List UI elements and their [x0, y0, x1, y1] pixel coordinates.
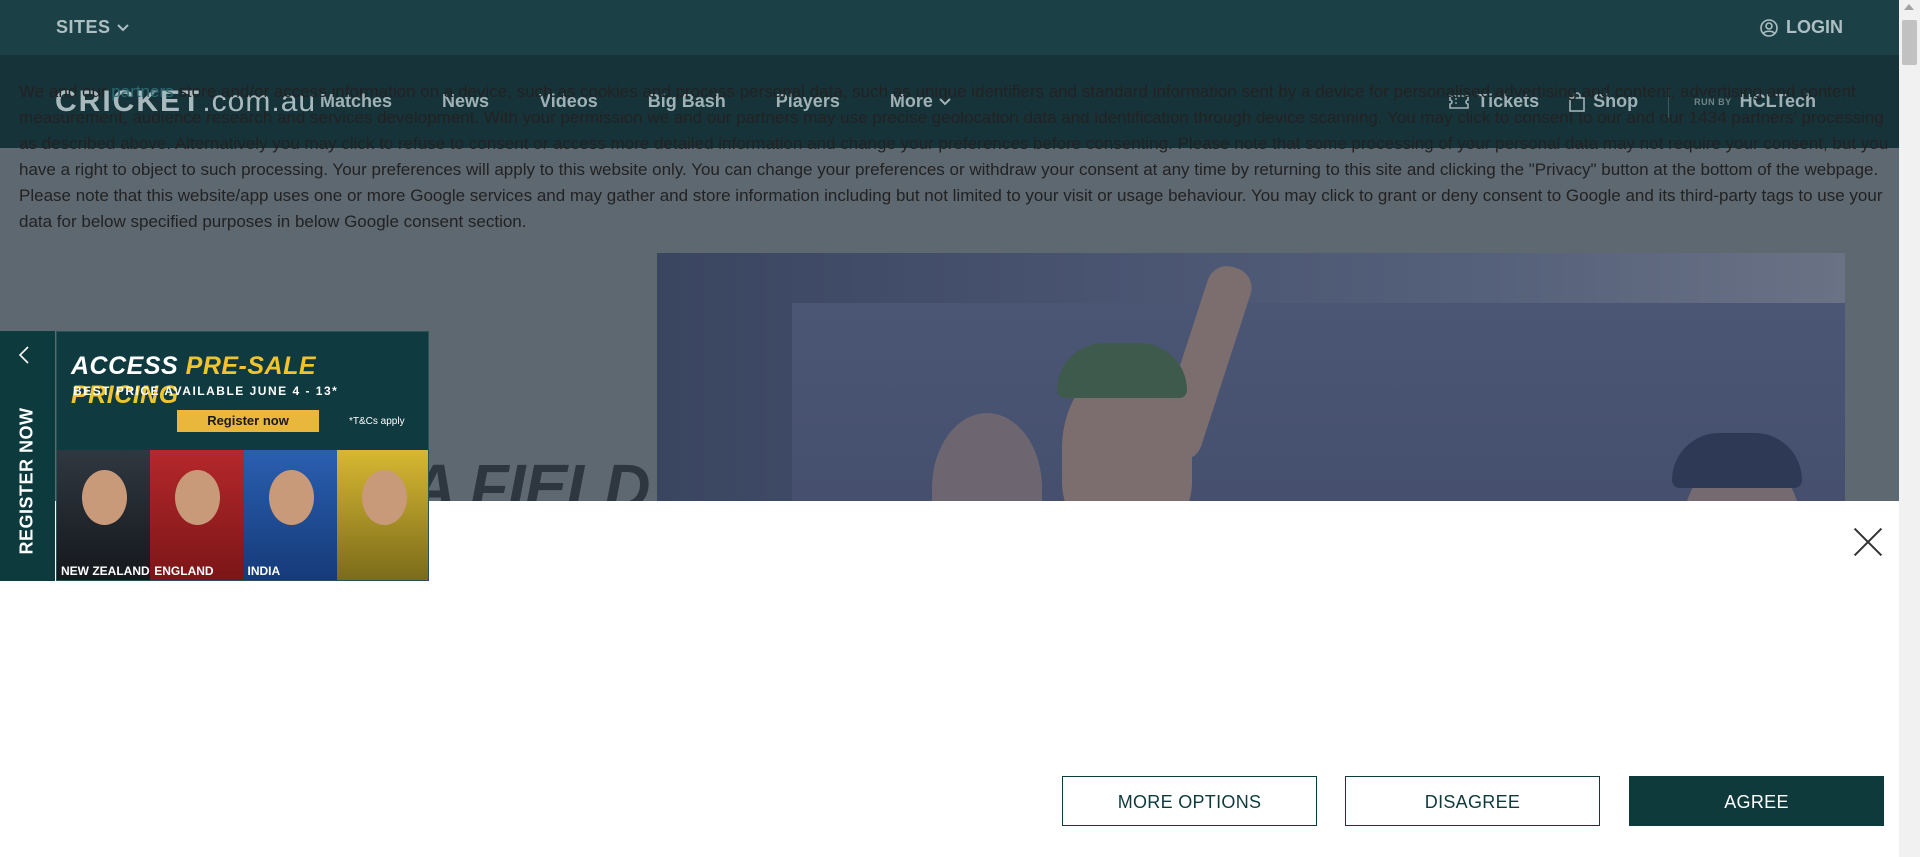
top-bar: SITES LOGIN: [0, 0, 1899, 55]
consent-paragraph-2: Please note that this website/app uses o…: [19, 186, 1883, 231]
player-cap: [1672, 433, 1802, 488]
player-face: [175, 470, 221, 525]
player-cap: [1057, 343, 1187, 398]
ad-register-tab[interactable]: REGISTER NOW: [0, 331, 55, 581]
register-now-label: REGISTER NOW: [16, 407, 37, 555]
scroll-thumb[interactable]: [1902, 20, 1917, 65]
ad-tcs: *T&Cs apply: [349, 416, 405, 427]
team-label: ENGLAND: [154, 564, 214, 578]
chevron-left-icon[interactable]: [18, 345, 30, 371]
player-face: [268, 470, 314, 525]
disagree-button[interactable]: DISAGREE: [1345, 776, 1600, 826]
team-label: INDIA: [247, 564, 281, 578]
login-button[interactable]: LOGIN: [1760, 17, 1843, 38]
player-face: [82, 470, 127, 525]
partners-link[interactable]: partners: [111, 82, 173, 101]
chevron-down-icon: [116, 23, 129, 31]
ad-player-england: ENGLAND: [150, 450, 244, 580]
player-face: [361, 470, 407, 525]
more-options-button[interactable]: MORE OPTIONS: [1062, 776, 1317, 826]
sites-label: SITES: [56, 17, 111, 37]
page-scrollbar[interactable]: [1899, 0, 1920, 857]
ad-banner[interactable]: ACCESS PRE-SALE PRICING BEST PRICE AVAIL…: [56, 331, 429, 581]
ad-player-india: INDIA: [243, 450, 337, 580]
consent-p1-rest: store and/or access information on a dev…: [19, 82, 1889, 179]
ad-player-images: NEW ZEALAND ENGLAND INDIA: [57, 450, 428, 580]
agree-button[interactable]: AGREE: [1629, 776, 1884, 826]
ad-title-white: ACCESS: [71, 352, 179, 380]
close-icon[interactable]: [1853, 527, 1883, 557]
scroll-up-arrow-icon[interactable]: [1904, 4, 1914, 10]
user-icon: [1760, 18, 1778, 37]
consent-paragraph-1: We and our partners store and/or access …: [19, 79, 1899, 183]
consent-p1-start: We and our: [19, 82, 112, 101]
consent-text: We and our partners store and/or access …: [19, 79, 1899, 235]
ad-player-australia: [336, 450, 428, 580]
sites-menu[interactable]: SITES: [56, 17, 129, 38]
login-label: LOGIN: [1786, 17, 1843, 37]
ad-subtitle: BEST PRICE AVAILABLE JUNE 4 - 13*: [73, 384, 339, 398]
ad-player-new-zealand: NEW ZEALAND: [57, 450, 151, 580]
ad-register-button[interactable]: Register now: [177, 410, 319, 432]
ad-title: ACCESS PRE-SALE PRICING: [71, 352, 428, 410]
team-label: NEW ZEALAND: [61, 564, 150, 578]
